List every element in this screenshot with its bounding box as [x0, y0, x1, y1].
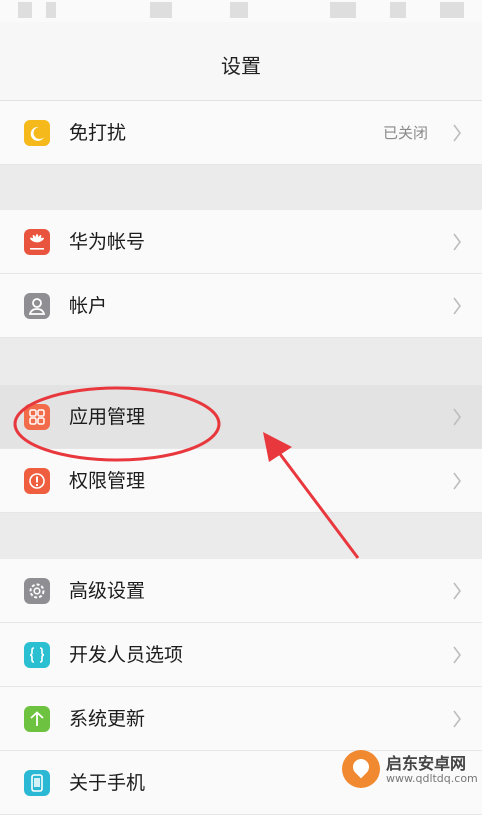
- setting-label: 开发人员选项: [69, 644, 184, 666]
- setting-label: 华为帐号: [69, 231, 146, 253]
- account-icon: [24, 293, 50, 319]
- setting-label: 高级设置: [69, 580, 146, 602]
- watermark-logo-icon: [342, 750, 380, 788]
- setting-row-app-management[interactable]: 应用管理: [0, 385, 482, 449]
- moon-icon: [24, 120, 50, 146]
- chevron-right-icon: [453, 710, 461, 728]
- permission-icon: [24, 468, 50, 494]
- chevron-right-icon: [453, 408, 461, 426]
- chevron-right-icon: [453, 233, 461, 251]
- watermark: 启东安卓网 www.qdltdq.com: [342, 746, 478, 792]
- chevron-right-icon: [453, 472, 461, 490]
- braces-icon: [24, 642, 50, 668]
- section-divider: [0, 338, 482, 385]
- gear-icon: [24, 578, 50, 604]
- chevron-right-icon: [453, 646, 461, 664]
- title-bar: 设置: [0, 22, 482, 101]
- setting-label: 系统更新: [69, 708, 146, 730]
- setting-label: 帐户: [69, 295, 108, 317]
- app-grid-icon: [24, 404, 50, 430]
- chevron-right-icon: [453, 297, 461, 315]
- setting-row-system-update[interactable]: 系统更新: [0, 687, 482, 751]
- setting-row-permission-management[interactable]: 权限管理: [0, 449, 482, 513]
- watermark-url: www.qdltdq.com: [386, 772, 478, 785]
- arrow-up-icon: [24, 706, 50, 732]
- page-title: 设置: [221, 54, 261, 78]
- setting-label: 关于手机: [69, 772, 146, 794]
- setting-row-advanced-settings[interactable]: 高级设置: [0, 559, 482, 623]
- phone-icon: [24, 770, 50, 796]
- setting-label: 应用管理: [69, 406, 146, 428]
- setting-row-accounts[interactable]: 帐户: [0, 274, 482, 338]
- blurred-status-bar: [0, 0, 482, 22]
- chevron-right-icon: [453, 124, 461, 142]
- section-divider: [0, 513, 482, 559]
- setting-row-huawei-account[interactable]: 华为帐号: [0, 210, 482, 274]
- huawei-logo-icon: [24, 229, 50, 255]
- watermark-name: 启东安卓网: [386, 754, 467, 773]
- setting-row-developer-options[interactable]: 开发人员选项: [0, 623, 482, 687]
- setting-value: 已关闭: [382, 124, 428, 142]
- setting-row-do-not-disturb[interactable]: 免打扰 已关闭: [0, 101, 482, 165]
- chevron-right-icon: [453, 582, 461, 600]
- setting-label: 权限管理: [69, 470, 146, 492]
- section-divider: [0, 165, 482, 210]
- setting-label: 免打扰: [69, 122, 127, 144]
